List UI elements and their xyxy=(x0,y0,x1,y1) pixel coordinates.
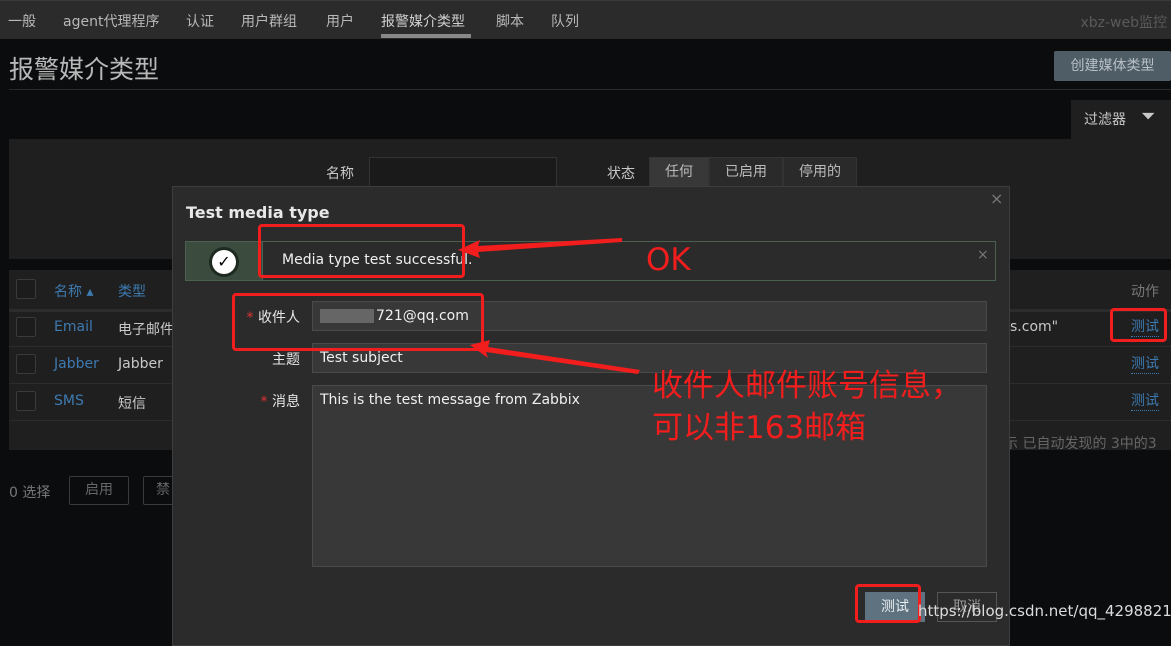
annotation-note-2: 可以非163邮箱 xyxy=(652,410,867,446)
arrow-icon xyxy=(458,238,622,258)
annotation-arrows xyxy=(458,238,640,374)
annotation-note-1: 收件人邮件账号信息， xyxy=(652,368,962,404)
annotation-ok: OK xyxy=(646,242,691,278)
arrow-icon xyxy=(470,340,640,374)
watermark: https://blog.csdn.net/qq_42988210 xyxy=(918,602,1171,620)
